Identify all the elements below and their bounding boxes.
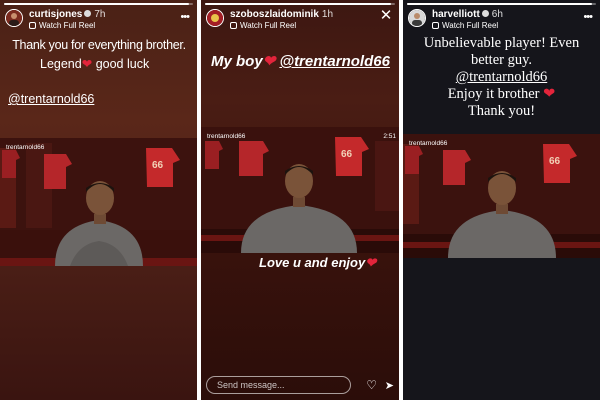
send-message-placeholder: Send message... [217, 380, 285, 390]
mention-tag[interactable]: @trentarnold66 [8, 92, 94, 106]
watch-full-reel-label: Watch Full Reel [240, 21, 297, 30]
username-text[interactable]: curtisjones [29, 9, 82, 20]
close-icon[interactable]: ✕ [379, 8, 393, 23]
mention-tag[interactable]: @trentarnold66 [279, 53, 389, 70]
story-panel-harvelliott[interactable]: harvelliott 6h Watch Full Reel ••• Unbeli… [403, 0, 600, 400]
reel-creator-handle: trentarnold66 [6, 144, 45, 151]
story-panel-curtisjones[interactable]: curtisjones 7h Watch Full Reel ••• Thank … [0, 0, 197, 400]
more-options-icon[interactable]: ••• [180, 11, 190, 23]
shared-reel-thumbnail[interactable]: 66 trentarnold66 2:51 [201, 127, 399, 253]
story-progress-bar [4, 3, 193, 5]
reel-image: 66 [0, 138, 197, 266]
svg-text:66: 66 [341, 149, 353, 160]
verified-icon [84, 10, 92, 17]
heart-emoji-icon: ❤ [543, 86, 556, 102]
story-panel-szoboszlaidominik[interactable]: szoboszlaidominik 1h Watch Full Reel ✕ My… [201, 0, 399, 400]
shared-reel-thumbnail[interactable]: 66 trentarnold66 [403, 134, 600, 258]
story-progress-bar [205, 3, 395, 5]
watch-full-reel-link[interactable]: Watch Full Reel [432, 21, 498, 30]
story-progress-fill [407, 3, 593, 5]
caption-line: better guy. [470, 52, 533, 68]
story-caption-line: Love u and enjoy❤ [259, 255, 376, 271]
shared-reel-thumbnail[interactable]: 66 trentarnold66 [0, 138, 197, 266]
watch-full-reel-label: Watch Full Reel [442, 21, 499, 30]
like-heart-icon[interactable]: ♡ [366, 378, 377, 392]
story-header: harvelliott 6h Watch Full Reel ••• [408, 9, 596, 33]
reel-creator-handle: trentarnold66 [409, 140, 448, 147]
watch-full-reel-link[interactable]: Watch Full Reel [29, 21, 95, 30]
svg-text:66: 66 [152, 160, 164, 171]
story-progress-fill [4, 3, 190, 5]
username[interactable]: curtisjones 7h [29, 9, 105, 20]
reel-timecode: 2:51 [383, 133, 396, 140]
caption-line: Unbelievable player! Even [423, 35, 580, 51]
story-caption-line: Thank you for everything brother. [12, 38, 186, 52]
svg-text:66: 66 [549, 156, 561, 167]
reel-creator-handle: trentarnold66 [207, 133, 246, 140]
story-collage: curtisjones 7h Watch Full Reel ••• Thank … [0, 0, 600, 400]
reel-icon [230, 22, 237, 29]
username[interactable]: szoboszlaidominik 1h [230, 9, 333, 20]
avatar[interactable] [206, 9, 224, 27]
caption-line: Enjoy it brother ❤ [403, 86, 600, 103]
story-age: 6h [491, 9, 503, 20]
username-text[interactable]: szoboszlaidominik [230, 9, 319, 20]
heart-emoji-icon: ❤ [365, 255, 377, 270]
mention-text[interactable]: @trentarnold66 [8, 92, 94, 106]
story-age: 7h [94, 9, 106, 20]
caption-text: Enjoy it brother [447, 86, 540, 102]
watch-full-reel-label: Watch Full Reel [39, 21, 96, 30]
reel-icon [29, 22, 36, 29]
caption-text: My boy [211, 53, 263, 70]
avatar[interactable] [5, 9, 23, 27]
story-caption-line: My boy❤ @trentarnold66 [211, 52, 390, 70]
story-header: szoboszlaidominik 1h Watch Full Reel ✕ [206, 8, 395, 33]
heart-emoji-icon: ❤ [81, 57, 93, 71]
username-text[interactable]: harvelliott [432, 9, 480, 20]
verified-icon [481, 10, 489, 17]
send-message-input[interactable]: Send message... [206, 376, 351, 394]
more-options-icon[interactable]: ••• [583, 11, 593, 23]
reel-image: 66 [201, 127, 399, 253]
caption-text: Legend [40, 57, 82, 71]
heart-emoji-icon: ❤ [262, 53, 276, 70]
story-progress-bar [407, 3, 596, 5]
avatar[interactable] [408, 9, 426, 27]
story-caption: Unbelievable player! Even better guy. @t… [403, 35, 600, 120]
reel-icon [432, 22, 439, 29]
mention-tag[interactable]: @trentarnold66 [403, 69, 600, 86]
caption-line: Thank you! [467, 103, 536, 119]
reel-image: 66 [403, 134, 600, 258]
caption-text: good luck [95, 57, 150, 71]
send-icon[interactable]: ➤ [385, 379, 394, 392]
story-header: curtisjones 7h Watch Full Reel ••• [5, 9, 193, 33]
caption-text: Love u and enjoy [259, 255, 366, 270]
story-caption-line: Legend❤ good luck [40, 56, 149, 71]
story-progress-fill [205, 3, 392, 5]
watch-full-reel-link[interactable]: Watch Full Reel [230, 21, 296, 30]
username[interactable]: harvelliott 6h [432, 9, 503, 20]
story-age: 1h [321, 9, 334, 20]
